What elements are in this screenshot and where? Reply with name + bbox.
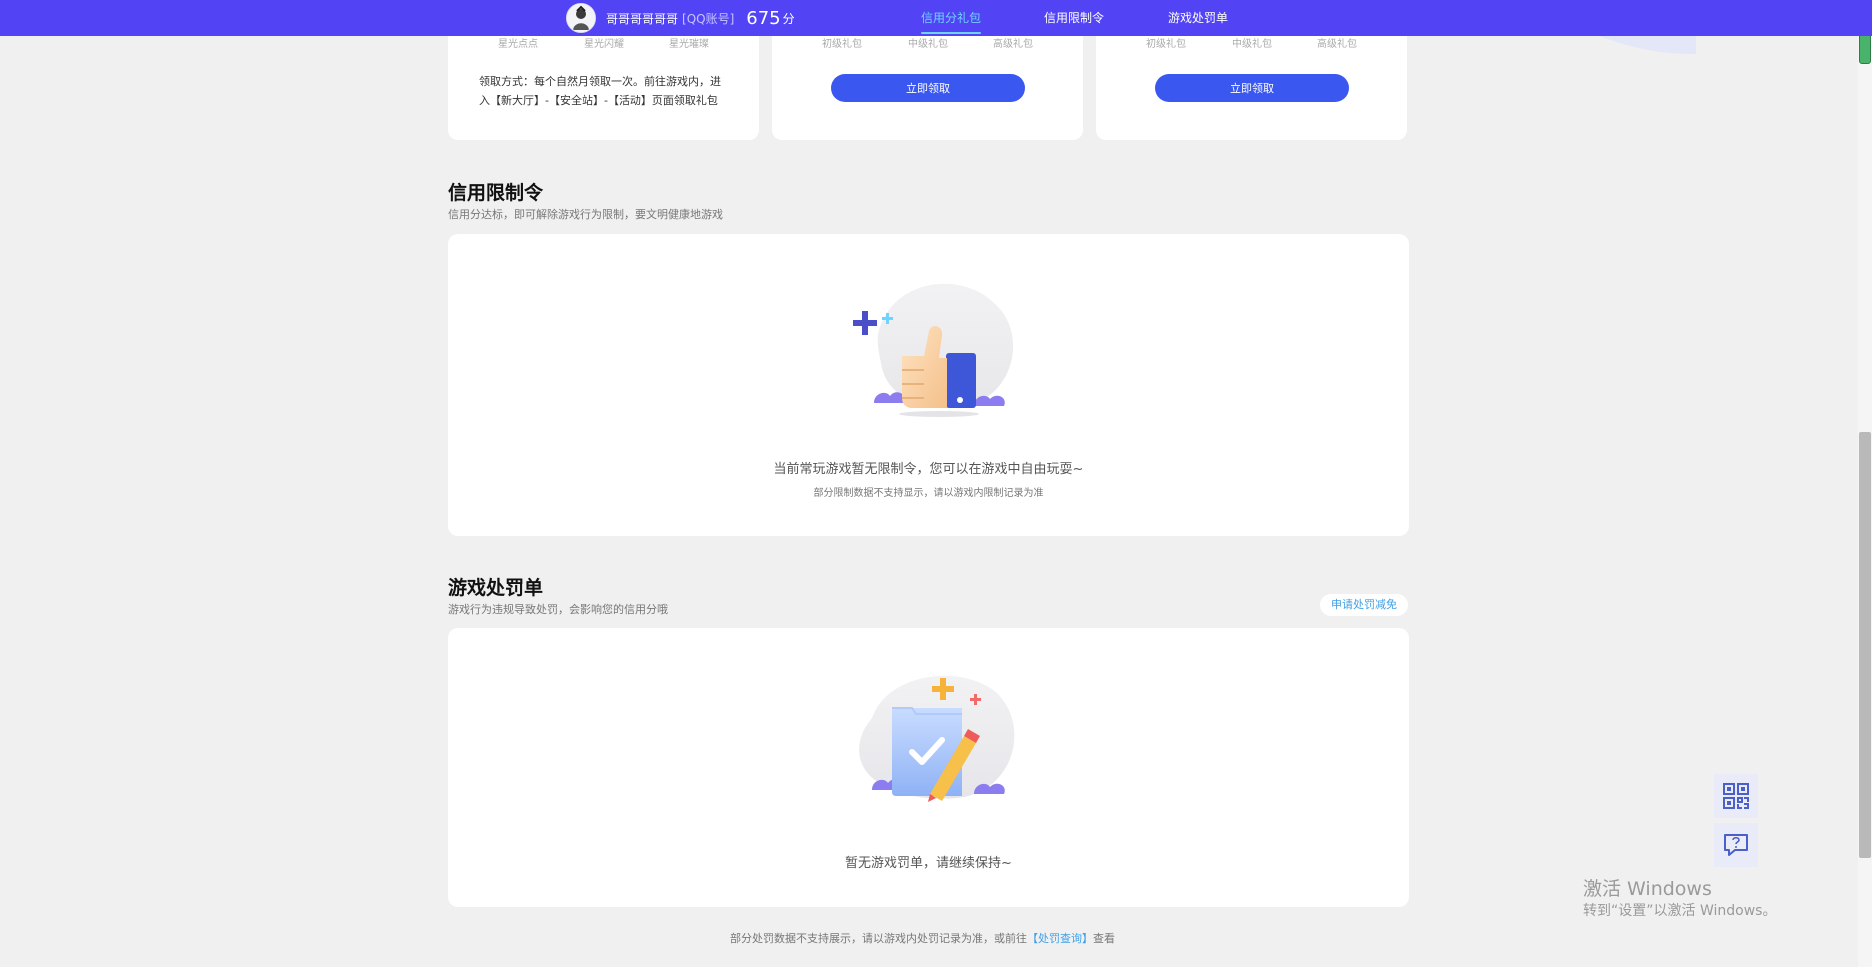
tier-label: 高级礼包: [993, 39, 1033, 50]
thumbs-up-icon: [853, 283, 1014, 417]
tab-credit-restriction[interactable]: 信用限制令: [1044, 0, 1104, 36]
section-title-penalty: 游戏处罚单: [448, 577, 544, 599]
apply-penalty-reduction-button[interactable]: 申请处罚减免: [1320, 594, 1408, 616]
qr-code-icon: [1723, 783, 1749, 809]
footnote-suffix: 查看: [1093, 932, 1115, 945]
windows-activation-hint: 转到“设置”以激活 Windows。: [1583, 903, 1777, 919]
penalty-panel: 暂无游戏罚单，请继续保持~: [448, 628, 1409, 907]
account-tag: [QQ账号]: [682, 11, 735, 26]
ticket-pencil-icon: [859, 675, 1015, 802]
top-bar: 哥哥哥哥哥哥 [QQ账号] 675 分 信用分礼包 信用限制令 游戏处罚单: [0, 0, 1872, 36]
help-feedback-button[interactable]: [1714, 823, 1758, 867]
claim-gift-button[interactable]: 立即领取: [1155, 74, 1349, 102]
credit-score: 675: [746, 7, 781, 29]
penalty-query-link[interactable]: 【处罚查询】: [1027, 932, 1093, 945]
tier-label: 星光点点: [498, 39, 538, 50]
restriction-empty-text: 当前常玩游戏暂无限制令，您可以在游戏中自由玩耍~: [773, 462, 1084, 477]
restriction-panel: 当前常玩游戏暂无限制令，您可以在游戏中自由玩耍~ 部分限制数据不支持显示，请以游…: [448, 234, 1409, 536]
windows-activation-title: 激活 Windows: [1583, 878, 1712, 900]
footnote-text: 部分处罚数据不支持展示，请以游戏内处罚记录为准，或前往: [730, 932, 1027, 945]
tier-label: 初级礼包: [822, 39, 862, 50]
tab-game-penalty[interactable]: 游戏处罚单: [1168, 0, 1228, 36]
decorative-blob: [1600, 36, 1696, 54]
penalty-footnote: 部分处罚数据不支持展示，请以游戏内处罚记录为准，或前往【处罚查询】查看: [730, 930, 1115, 946]
tier-label: 星光闪耀: [584, 39, 624, 50]
tier-label: 星光璀璨: [669, 39, 709, 50]
avatar[interactable]: [566, 3, 596, 33]
tier-label: 初级礼包: [1146, 39, 1186, 50]
help-chat-icon: [1724, 834, 1748, 856]
penalty-empty-text: 暂无游戏罚单，请继续保持~: [845, 856, 1012, 871]
avatar-image: [567, 4, 595, 32]
section-subtitle-penalty: 游戏行为违规导致处罚，会影响您的信用分哦: [448, 603, 668, 616]
tier-label: 中级礼包: [908, 39, 948, 50]
user-info: 哥哥哥哥哥哥 [QQ账号] 675 分: [566, 2, 795, 34]
score-unit: 分: [782, 11, 795, 26]
section-title-restriction: 信用限制令: [448, 182, 544, 204]
username: 哥哥哥哥哥哥: [606, 11, 679, 26]
tier-label: 高级礼包: [1317, 39, 1357, 50]
section-subtitle-restriction: 信用分达标，即可解除游戏行为限制，要文明健康地游戏: [448, 208, 723, 221]
claim-method-text: 领取方式：每个自然月领取一次。前往游戏内，进入【新大厅】-【安全站】-【活动】页…: [479, 75, 721, 107]
restriction-empty-note: 部分限制数据不支持显示，请以游戏内限制记录为准: [813, 488, 1044, 499]
scrollbar-thumb[interactable]: [1859, 432, 1871, 858]
tab-credit-gift[interactable]: 信用分礼包: [921, 0, 982, 36]
qr-code-button[interactable]: [1714, 774, 1758, 818]
claim-gift-button[interactable]: 立即领取: [831, 74, 1025, 102]
tier-label: 中级礼包: [1232, 39, 1272, 50]
